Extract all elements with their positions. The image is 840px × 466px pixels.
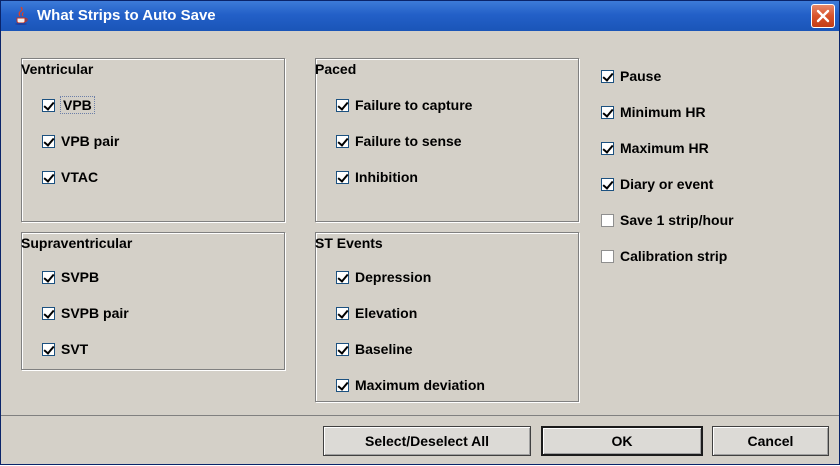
checkbox-maximum-hr[interactable]: Maximum HR — [601, 138, 709, 158]
checkbox-label: VPB — [60, 96, 95, 114]
checkbox-box[interactable] — [336, 270, 349, 284]
checkbox-box[interactable] — [336, 342, 349, 356]
checkbox-maximum-deviation[interactable]: Maximum deviation — [336, 375, 485, 395]
checkbox-box[interactable] — [42, 170, 55, 184]
checkbox-label: Baseline — [355, 341, 413, 357]
group-title: ST Events — [315, 235, 383, 251]
title-bar[interactable]: What Strips to Auto Save — [1, 1, 839, 31]
checkbox-label: Maximum deviation — [355, 377, 485, 393]
checkbox-box[interactable] — [336, 170, 349, 184]
checkbox-label: Inhibition — [355, 169, 418, 185]
checkbox-box[interactable] — [42, 306, 55, 320]
group-st-events: ST Events Depression Elevation Baseline … — [315, 232, 579, 402]
dialog-window: What Strips to Auto Save Ventricular VPB… — [0, 0, 840, 465]
checkbox-save-1-strip-hour[interactable]: Save 1 strip/hour — [601, 210, 734, 230]
checkbox-box[interactable] — [601, 69, 614, 83]
group-ventricular: Ventricular VPB VPB pair VTAC — [21, 58, 285, 222]
checkbox-box[interactable] — [601, 177, 614, 191]
dialog-content: Ventricular VPB VPB pair VTAC Paced Fail… — [9, 32, 831, 412]
checkbox-label: VTAC — [61, 169, 99, 185]
group-title: Paced — [315, 61, 357, 77]
close-button[interactable] — [811, 4, 835, 28]
button-bar: Select/Deselect All OK Cancel — [1, 415, 839, 466]
checkbox-box[interactable] — [336, 134, 349, 148]
checkbox-svpb[interactable]: SVPB — [42, 267, 99, 287]
checkbox-label: Elevation — [355, 305, 418, 321]
checkbox-box[interactable] — [601, 213, 614, 227]
checkbox-box[interactable] — [42, 342, 55, 356]
checkbox-svpb-pair[interactable]: SVPB pair — [42, 303, 129, 323]
checkbox-label: Save 1 strip/hour — [620, 212, 734, 228]
checkbox-label: VPB pair — [61, 133, 120, 149]
checkbox-box[interactable] — [601, 249, 614, 263]
ok-button[interactable]: OK — [541, 426, 703, 456]
checkbox-box[interactable] — [336, 378, 349, 392]
checkbox-box[interactable] — [42, 98, 55, 112]
checkbox-box[interactable] — [336, 306, 349, 320]
checkbox-elevation[interactable]: Elevation — [336, 303, 417, 323]
group-title: Ventricular — [21, 61, 94, 77]
checkbox-label: Diary or event — [620, 176, 714, 192]
checkbox-box[interactable] — [336, 98, 349, 112]
group-paced: Paced Failure to capture Failure to sens… — [315, 58, 579, 222]
checkbox-pause[interactable]: Pause — [601, 66, 661, 86]
checkbox-box[interactable] — [42, 270, 55, 284]
checkbox-box[interactable] — [601, 141, 614, 155]
checkbox-label: SVT — [61, 341, 89, 357]
checkbox-label: Calibration strip — [620, 248, 728, 264]
checkbox-label: Minimum HR — [620, 104, 706, 120]
group-supraventricular: Supraventricular SVPB SVPB pair SVT — [21, 232, 285, 370]
checkbox-label: Pause — [620, 68, 662, 84]
checkbox-svt[interactable]: SVT — [42, 339, 88, 359]
checkbox-label: Failure to capture — [355, 97, 473, 113]
checkbox-failure-to-capture[interactable]: Failure to capture — [336, 95, 472, 115]
checkbox-vpb[interactable]: VPB — [42, 95, 95, 115]
checkbox-label: SVPB — [61, 269, 100, 285]
checkbox-minimum-hr[interactable]: Minimum HR — [601, 102, 706, 122]
checkbox-vpb-pair[interactable]: VPB pair — [42, 131, 119, 151]
checkbox-diary-or-event[interactable]: Diary or event — [601, 174, 713, 194]
checkbox-baseline[interactable]: Baseline — [336, 339, 413, 359]
group-title: Supraventricular — [21, 235, 133, 251]
java-cup-icon — [15, 7, 28, 25]
checkbox-depression[interactable]: Depression — [336, 267, 431, 287]
close-icon — [816, 9, 830, 23]
window-title: What Strips to Auto Save — [37, 7, 216, 24]
checkbox-box[interactable] — [42, 134, 55, 148]
checkbox-calibration-strip[interactable]: Calibration strip — [601, 246, 727, 266]
checkbox-label: Maximum HR — [620, 140, 709, 156]
select-deselect-all-button[interactable]: Select/Deselect All — [323, 426, 531, 456]
checkbox-label: Failure to sense — [355, 133, 462, 149]
checkbox-inhibition[interactable]: Inhibition — [336, 167, 418, 187]
checkbox-failure-to-sense[interactable]: Failure to sense — [336, 131, 462, 151]
checkbox-label: Depression — [355, 269, 432, 285]
checkbox-label: SVPB pair — [61, 305, 129, 321]
checkbox-vtac[interactable]: VTAC — [42, 167, 98, 187]
cancel-button[interactable]: Cancel — [712, 426, 829, 456]
checkbox-box[interactable] — [601, 105, 614, 119]
